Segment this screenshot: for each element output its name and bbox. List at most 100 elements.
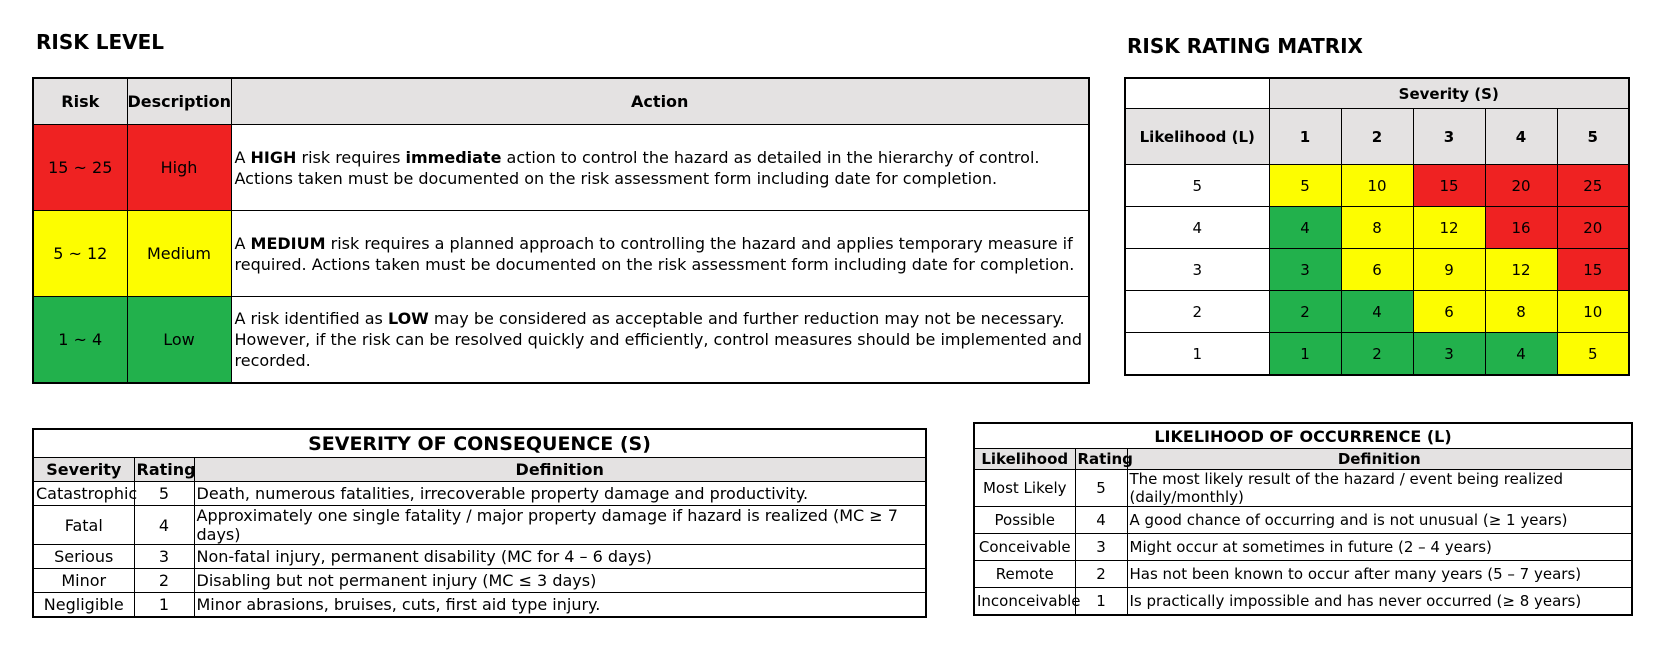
likelihood-value: 3 xyxy=(1124,248,1270,291)
matrix-cell: 6 xyxy=(1412,290,1486,333)
likelihood-value: 2 xyxy=(1124,290,1270,333)
severity-rating: 3 xyxy=(133,544,195,569)
likelihood-value: 5 xyxy=(1124,164,1270,207)
severity-table: SEVERITY OF CONSEQUENCE (S) Severity Rat… xyxy=(32,428,927,618)
matrix-cell: 6 xyxy=(1340,248,1414,291)
risk-matrix-title: RISK RATING MATRIX xyxy=(1127,34,1363,58)
table-row: Negligible 1 Minor abrasions, bruises, c… xyxy=(32,592,927,618)
risk-row-high: 15 ~ 25 High A HIGH risk requires immedi… xyxy=(32,124,1090,211)
severity-definition: Disabling but not permanent injury (MC ≤… xyxy=(193,568,927,593)
risk-level-header-row: Risk Description Action xyxy=(32,77,1090,125)
severity-col: 5 xyxy=(1556,108,1630,165)
risk-rating-matrix: Severity (S) Likelihood (L) 1 2 3 4 5 5 … xyxy=(1124,77,1630,376)
likelihood-value: 1 xyxy=(1124,332,1270,376)
severity-header: Severity xyxy=(32,457,135,482)
table-row: Fatal 4 Approximately one single fatalit… xyxy=(32,505,927,545)
severity-definition: Death, numerous fatalities, irrecoverabl… xyxy=(193,481,927,506)
severity-rating: 5 xyxy=(133,481,195,506)
likelihood-name: Most Likely xyxy=(973,469,1076,507)
likelihood-name: Inconceivable xyxy=(973,587,1081,616)
table-row: Most Likely 5 The most likely result of … xyxy=(973,469,1633,507)
risk-range: 15 ~ 25 xyxy=(32,124,128,211)
severity-name: Serious xyxy=(32,544,135,569)
table-row: Serious 3 Non-fatal injury, permanent di… xyxy=(32,544,927,569)
likelihood-rating: 2 xyxy=(1074,560,1128,588)
matrix-cell: 8 xyxy=(1340,206,1414,249)
likelihood-header-row: Likelihood Rating Definition xyxy=(973,448,1633,470)
risk-header: Risk xyxy=(32,77,128,125)
matrix-corner xyxy=(1124,77,1270,109)
matrix-row: 1 1 2 3 4 5 xyxy=(1124,332,1630,376)
matrix-cell: 15 xyxy=(1412,164,1486,207)
likelihood-title: LIKELIHOOD OF OCCURRENCE (L) xyxy=(973,422,1633,449)
matrix-row: 2 2 4 6 8 10 xyxy=(1124,290,1630,333)
definition-header: Definition xyxy=(1126,448,1633,470)
likelihood-name: Remote xyxy=(973,560,1076,588)
matrix-row: 5 5 10 15 20 25 xyxy=(1124,164,1630,207)
risk-action: A HIGH risk requires immediate action to… xyxy=(230,124,1090,211)
likelihood-definition: Is practically impossible and has never … xyxy=(1126,587,1633,616)
matrix-header-row: Likelihood (L) 1 2 3 4 5 xyxy=(1124,108,1630,165)
matrix-cell: 1 xyxy=(1268,332,1342,376)
severity-col: 2 xyxy=(1340,108,1414,165)
matrix-cell: 10 xyxy=(1340,164,1414,207)
table-row: Minor 2 Disabling but not permanent inju… xyxy=(32,568,927,593)
table-row: Catastrophic 5 Death, numerous fatalitie… xyxy=(32,481,927,506)
risk-level-title: RISK LEVEL xyxy=(36,30,164,54)
severity-name: Fatal xyxy=(32,505,135,545)
rating-header: Rating xyxy=(1074,448,1133,470)
matrix-cell: 15 xyxy=(1556,248,1630,291)
severity-title: SEVERITY OF CONSEQUENCE (S) xyxy=(32,428,927,458)
likelihood-definition: A good chance of occurring and is not un… xyxy=(1126,506,1633,534)
matrix-cell: 8 xyxy=(1484,290,1558,333)
severity-name: Negligible xyxy=(32,592,135,618)
risk-range: 5 ~ 12 xyxy=(32,210,128,297)
matrix-cell: 10 xyxy=(1556,290,1630,333)
matrix-cell: 12 xyxy=(1412,206,1486,249)
risk-description: Low xyxy=(126,296,232,384)
severity-col: 4 xyxy=(1484,108,1558,165)
matrix-cell: 5 xyxy=(1556,332,1630,376)
likelihood-name: Possible xyxy=(973,506,1076,534)
severity-col: 1 xyxy=(1268,108,1342,165)
matrix-cell: 25 xyxy=(1556,164,1630,207)
matrix-cell: 4 xyxy=(1484,332,1558,376)
matrix-cell: 3 xyxy=(1412,332,1486,376)
severity-col: 3 xyxy=(1412,108,1486,165)
definition-header: Definition xyxy=(193,457,927,482)
risk-description: Medium xyxy=(126,210,232,297)
severity-rating: 2 xyxy=(133,568,195,593)
likelihood-definition: Might occur at sometimes in future (2 – … xyxy=(1126,533,1633,561)
severity-definition: Approximately one single fatality / majo… xyxy=(193,505,927,545)
likelihood-title-row: LIKELIHOOD OF OCCURRENCE (L) xyxy=(973,422,1633,449)
matrix-cell: 20 xyxy=(1556,206,1630,249)
matrix-cell: 16 xyxy=(1484,206,1558,249)
matrix-severity-row: Severity (S) xyxy=(1124,77,1630,109)
matrix-cell: 20 xyxy=(1484,164,1558,207)
risk-level-table: Risk Description Action 15 ~ 25 High A H… xyxy=(32,77,1090,384)
risk-row-medium: 5 ~ 12 Medium A MEDIUM risk requires a p… xyxy=(32,210,1090,297)
matrix-cell: 5 xyxy=(1268,164,1342,207)
matrix-cell: 4 xyxy=(1340,290,1414,333)
severity-title-row: SEVERITY OF CONSEQUENCE (S) xyxy=(32,428,927,458)
severity-definition: Non-fatal injury, permanent disability (… xyxy=(193,544,927,569)
likelihood-definition: The most likely result of the hazard / e… xyxy=(1126,469,1633,507)
table-row: Remote 2 Has not been known to occur aft… xyxy=(973,560,1633,588)
table-row: Possible 4 A good chance of occurring an… xyxy=(973,506,1633,534)
severity-rating: 1 xyxy=(133,592,195,618)
severity-name: Minor xyxy=(32,568,135,593)
severity-header-row: Severity Rating Definition xyxy=(32,457,927,482)
matrix-cell: 9 xyxy=(1412,248,1486,291)
likelihood-header: Likelihood xyxy=(973,448,1076,470)
risk-range: 1 ~ 4 xyxy=(32,296,128,384)
likelihood-label: Likelihood (L) xyxy=(1124,108,1270,165)
likelihood-name: Conceivable xyxy=(973,533,1076,561)
likelihood-rating: 4 xyxy=(1074,506,1128,534)
matrix-cell: 3 xyxy=(1268,248,1342,291)
matrix-cell: 12 xyxy=(1484,248,1558,291)
severity-definition: Minor abrasions, bruises, cuts, first ai… xyxy=(193,592,927,618)
matrix-cell: 4 xyxy=(1268,206,1342,249)
table-row: Inconceivable 1 Is practically impossibl… xyxy=(973,587,1633,616)
likelihood-table: LIKELIHOOD OF OCCURRENCE (L) Likelihood … xyxy=(973,422,1633,616)
table-row: Conceivable 3 Might occur at sometimes i… xyxy=(973,533,1633,561)
